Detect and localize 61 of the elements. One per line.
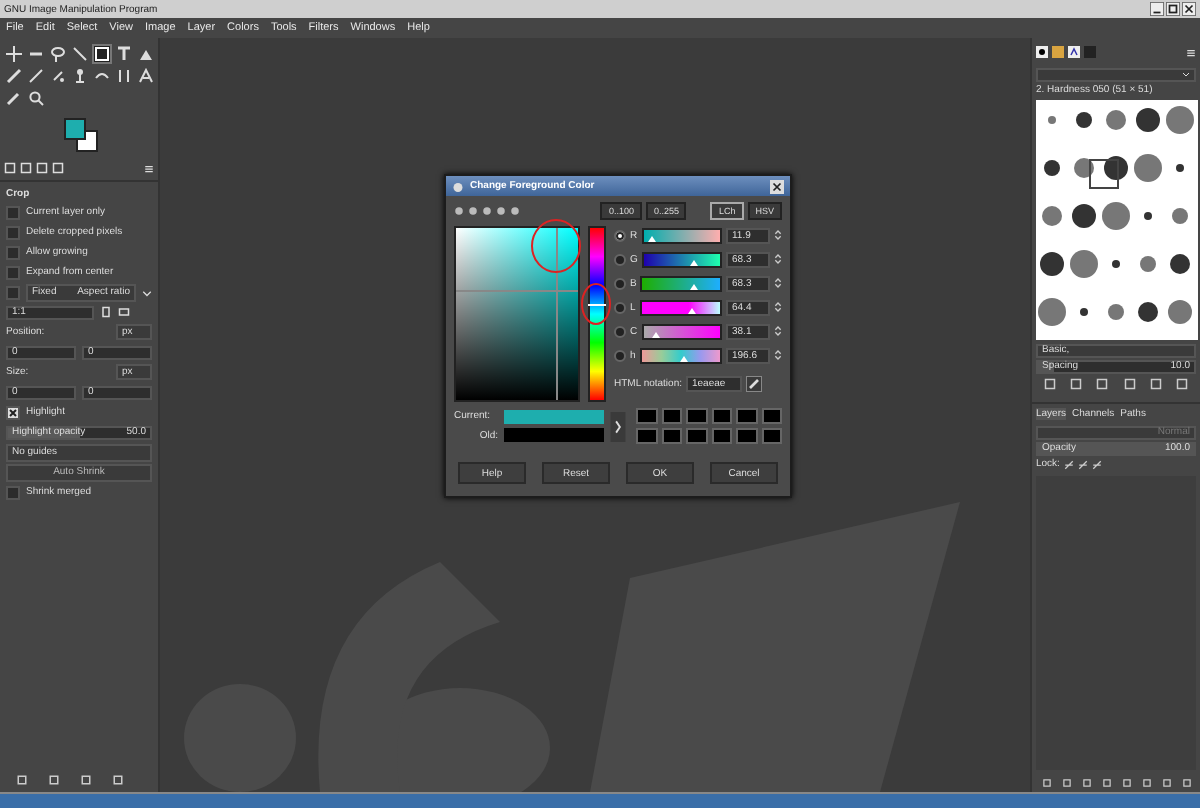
slider-thumb[interactable]: [679, 355, 688, 361]
spinner-icon[interactable]: [774, 348, 782, 362]
font-tab-icon[interactable]: [1068, 46, 1080, 58]
radio-button[interactable]: [614, 325, 626, 337]
radio-button[interactable]: [614, 301, 626, 313]
landscape-icon[interactable]: [118, 306, 130, 318]
checkbox[interactable]: [6, 285, 20, 299]
channel-slider[interactable]: [639, 299, 722, 315]
channel-slider[interactable]: [641, 323, 722, 339]
radio-button[interactable]: [614, 253, 626, 265]
spinner-icon[interactable]: [774, 228, 782, 242]
brush-grid-drawing[interactable]: [1036, 100, 1198, 340]
caret-icon[interactable]: [142, 287, 152, 297]
arrow-right-icon[interactable]: [610, 411, 626, 441]
spinner-icon[interactable]: [774, 252, 782, 266]
spinner-icon[interactable]: [774, 324, 782, 338]
slider-thumb[interactable]: [652, 331, 661, 337]
channel-slider[interactable]: [641, 251, 722, 267]
slider-thumb[interactable]: [687, 307, 696, 313]
letter-a-icon[interactable]: [138, 68, 154, 84]
lock-position-icon[interactable]: [1077, 459, 1088, 469]
channel-slider[interactable]: [640, 275, 722, 291]
radio-button[interactable]: [614, 229, 626, 241]
portrait-icon[interactable]: [100, 306, 112, 318]
close-icon[interactable]: [1182, 2, 1196, 16]
annotation-circle: [531, 219, 581, 273]
menu-icon[interactable]: [1186, 47, 1196, 57]
spinner-icon[interactable]: [774, 300, 782, 314]
channel-slider[interactable]: [639, 347, 722, 363]
zoom-icon[interactable]: [28, 90, 44, 106]
lock-paint-icon[interactable]: [1063, 459, 1074, 469]
annotation-circle: [581, 283, 611, 325]
checkbox[interactable]: [6, 265, 20, 279]
checkbox[interactable]: [6, 245, 20, 259]
checkbox[interactable]: [6, 485, 20, 499]
close-icon[interactable]: [770, 179, 784, 193]
checkbox[interactable]: [6, 205, 20, 219]
fg-bg-colors-drawing[interactable]: [64, 118, 98, 152]
slider-thumb[interactable]: [690, 259, 699, 265]
minimize-icon[interactable]: [1150, 2, 1164, 16]
old-color-swatch: [504, 428, 604, 443]
current-color-swatch: [504, 409, 604, 424]
spinner-icon[interactable]: [774, 276, 782, 290]
lasso-icon[interactable]: [50, 46, 66, 62]
text-icon[interactable]: [116, 46, 132, 62]
move-icon[interactable]: [6, 46, 22, 62]
slider-thumb[interactable]: [690, 283, 699, 289]
menu-icon[interactable]: [144, 163, 154, 173]
checkbox[interactable]: [6, 225, 20, 239]
checkbox[interactable]: [6, 405, 20, 419]
lock-alpha-icon[interactable]: [1091, 459, 1102, 469]
hue-strip[interactable]: [588, 226, 606, 402]
eyedropper-icon[interactable]: [746, 375, 762, 391]
radio-button[interactable]: [614, 349, 626, 361]
slider-thumb[interactable]: [647, 235, 656, 241]
brush-tab-icon[interactable]: [1036, 46, 1048, 58]
maximize-icon[interactable]: [1166, 2, 1180, 16]
color-area[interactable]: [454, 226, 580, 402]
crop-icon[interactable]: [94, 46, 110, 62]
radio-button[interactable]: [614, 277, 626, 289]
channel-slider[interactable]: [641, 227, 722, 243]
